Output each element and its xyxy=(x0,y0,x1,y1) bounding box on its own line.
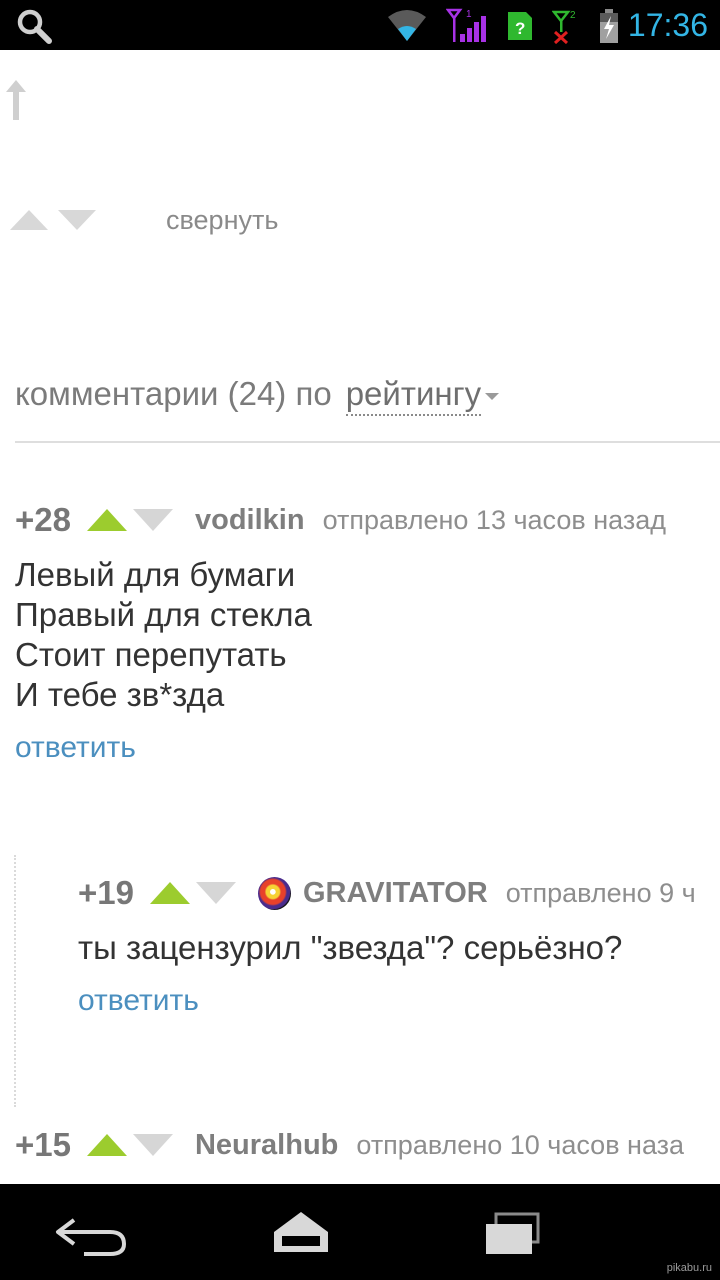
comment-meta: отправлено 10 часов наза xyxy=(356,1129,685,1160)
comment-meta: отправлено 13 часов назад xyxy=(322,504,666,535)
comment-line: Левый для бумаги xyxy=(15,556,296,593)
comments-count-label: комментарии (24) по xyxy=(15,375,332,412)
scroll-up-arrow-icon[interactable] xyxy=(4,78,28,122)
thread-line xyxy=(14,855,16,1107)
reply-link[interactable]: ответить xyxy=(15,731,666,765)
comment-line: Правый для стекла xyxy=(15,596,312,633)
upvote-icon[interactable] xyxy=(86,509,127,531)
comment-line: Стоит перепутать xyxy=(15,636,287,673)
signal-sim2-no-service-icon: 2 xyxy=(552,10,576,44)
status-bar: 1 ? 2 17:36 xyxy=(0,0,720,50)
navigation-bar: pikabu.ru xyxy=(0,1184,720,1280)
comment-header: +15 Neuralhub отправлено 10 часов наза xyxy=(15,1125,684,1165)
avatar[interactable] xyxy=(257,876,291,910)
comment-header: +28 vodilkin отправлено 13 часов назад xyxy=(15,500,666,540)
status-icons: 1 ? 2 xyxy=(386,6,620,46)
svg-text:2: 2 xyxy=(570,10,576,21)
search-icon[interactable] xyxy=(14,6,54,46)
downvote-icon[interactable] xyxy=(195,882,236,904)
comment-votes xyxy=(86,509,173,531)
signal-sim1-icon: 1 xyxy=(446,8,486,42)
comment-votes xyxy=(86,1134,173,1156)
watermark: pikabu.ru xyxy=(666,1262,712,1274)
comment-body: Левый для бумаги Правый для стекла Стоит… xyxy=(15,555,666,715)
post-downvote-icon[interactable] xyxy=(58,210,96,230)
status-time: 17:36 xyxy=(627,7,708,43)
reply-link[interactable]: ответить xyxy=(78,984,696,1018)
post-actions-row: свернуть xyxy=(10,200,278,240)
unknown-notification-icon: ? xyxy=(508,12,532,40)
battery-charging-icon xyxy=(600,9,618,43)
comment-body: ты зацензурил "звезда"? серьёзно? xyxy=(78,928,696,968)
comment-meta: отправлено 9 ч xyxy=(505,877,696,908)
comment-line: И тебе зв*зда xyxy=(15,676,225,713)
comments-screen: свернуть комментарии (24) по рейтингу +28… xyxy=(0,50,720,1184)
downvote-icon[interactable] xyxy=(132,509,173,531)
divider xyxy=(15,441,720,443)
post-upvote-icon[interactable] xyxy=(10,210,48,230)
wifi-icon xyxy=(388,10,426,41)
comment-author[interactable]: Neuralhub xyxy=(195,1129,338,1162)
post-votes xyxy=(10,210,96,230)
upvote-icon[interactable] xyxy=(149,882,190,904)
recent-apps-icon[interactable] xyxy=(470,1202,560,1262)
comment-author[interactable]: vodilkin xyxy=(195,504,305,537)
back-icon[interactable] xyxy=(44,1202,134,1262)
home-icon[interactable] xyxy=(256,1202,346,1262)
comment-line: ты зацензурил "звезда"? серьёзно? xyxy=(78,929,623,966)
svg-text:?: ? xyxy=(515,19,525,38)
chevron-down-icon[interactable] xyxy=(485,392,500,400)
comment-item: +28 vodilkin отправлено 13 часов назад Л… xyxy=(15,500,666,765)
comment-rating: +15 xyxy=(15,1126,71,1163)
svg-text:1: 1 xyxy=(466,9,472,20)
comment-author[interactable]: GRAVITATOR xyxy=(303,877,488,910)
comments-header: комментарии (24) по рейтингу xyxy=(15,375,500,416)
comment-header: +19 GRAVITATOR отправлено 9 ч xyxy=(78,873,696,913)
downvote-icon[interactable] xyxy=(132,1134,173,1156)
comment-item: +19 GRAVITATOR отправлено 9 ч ты зацензу… xyxy=(78,873,696,1018)
sort-dropdown[interactable]: рейтингу xyxy=(345,375,482,416)
comment-rating: +28 xyxy=(15,501,71,538)
collapse-link[interactable]: свернуть xyxy=(166,205,278,236)
comment-votes xyxy=(149,882,236,904)
comment-rating: +19 xyxy=(78,874,134,911)
upvote-icon[interactable] xyxy=(86,1134,127,1156)
comment-item: +15 Neuralhub отправлено 10 часов наза xyxy=(15,1125,684,1165)
